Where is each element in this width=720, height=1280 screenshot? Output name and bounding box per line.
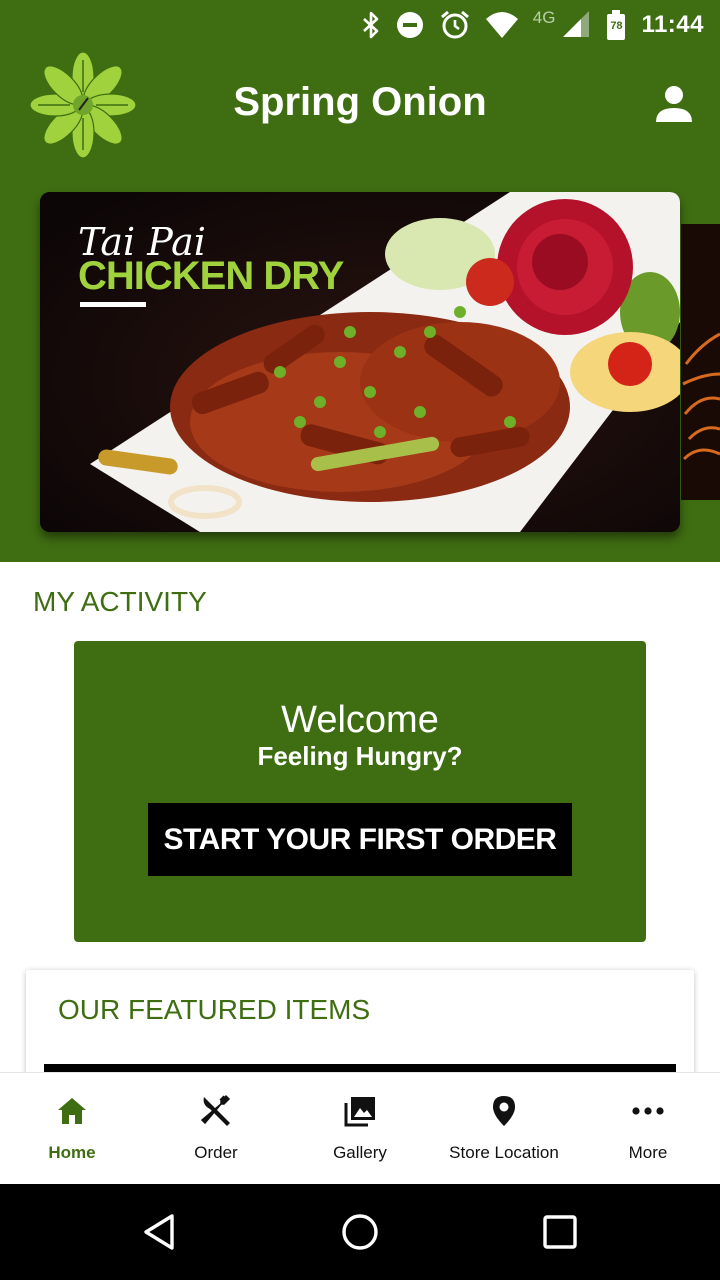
- wifi-icon: [485, 11, 519, 39]
- nav-item-more[interactable]: More: [576, 1073, 720, 1184]
- next-banner-peek[interactable]: [681, 224, 720, 500]
- nav-item-home[interactable]: Home: [0, 1073, 144, 1184]
- welcome-subtitle: Feeling Hungry?: [257, 741, 463, 771]
- recents-icon[interactable]: [540, 1212, 580, 1252]
- signal-icon: [561, 11, 591, 39]
- nav-label-store-location: Store Location: [449, 1143, 559, 1162]
- battery-level: 78: [610, 20, 623, 32]
- gallery-icon: [344, 1097, 375, 1127]
- nav-label-more: More: [628, 1143, 668, 1162]
- nav-label-home: Home: [48, 1143, 96, 1162]
- nav-item-store-location[interactable]: Store Location: [432, 1073, 576, 1184]
- network-type: 4G: [532, 8, 556, 27]
- featured-items-heading: OUR FEATURED ITEMS: [58, 994, 371, 1025]
- nav-item-order[interactable]: Order: [144, 1073, 288, 1184]
- location-pin-icon: [493, 1096, 515, 1126]
- nav-item-gallery[interactable]: Gallery: [288, 1073, 432, 1184]
- nav-label-gallery: Gallery: [333, 1143, 387, 1162]
- banner-underline: [80, 302, 146, 307]
- clock: 11:44: [641, 11, 704, 38]
- app-title: Spring Onion: [233, 80, 487, 124]
- bottom-navigation: Home Order Gallery Store Location More: [0, 1072, 720, 1184]
- more-dots-icon: [632, 1107, 664, 1115]
- nav-label-order: Order: [194, 1143, 238, 1162]
- battery-icon: 78: [605, 9, 627, 41]
- status-bar: 4G 78 11:44: [0, 0, 720, 50]
- bluetooth-icon: [361, 11, 381, 39]
- alarm-icon: [439, 9, 471, 41]
- start-first-order-button[interactable]: START YOUR FIRST ORDER: [148, 803, 572, 876]
- welcome-card: Welcome Feeling Hungry? START YOUR FIRST…: [74, 641, 646, 942]
- banner-title: CHICKEN DRY: [78, 254, 344, 298]
- fork-knife-icon: [200, 1094, 231, 1126]
- app-bar: Spring Onion: [0, 50, 720, 160]
- promo-banner[interactable]: Tai Pai CHICKEN DRY: [40, 192, 680, 532]
- home-circle-icon[interactable]: [340, 1212, 380, 1252]
- welcome-title: Welcome: [281, 699, 439, 741]
- featured-items-carousel[interactable]: [44, 1064, 676, 1072]
- do-not-disturb-icon: [395, 10, 425, 40]
- system-navigation-bar: [0, 1184, 720, 1280]
- app-screen: 4G 78 11:44 Spring Onion Tai Pai CHICKEN…: [0, 0, 720, 1280]
- home-icon: [58, 1098, 86, 1124]
- profile-icon[interactable]: [654, 84, 694, 124]
- my-activity-heading: MY ACTIVITY: [33, 586, 207, 617]
- back-icon[interactable]: [140, 1212, 180, 1252]
